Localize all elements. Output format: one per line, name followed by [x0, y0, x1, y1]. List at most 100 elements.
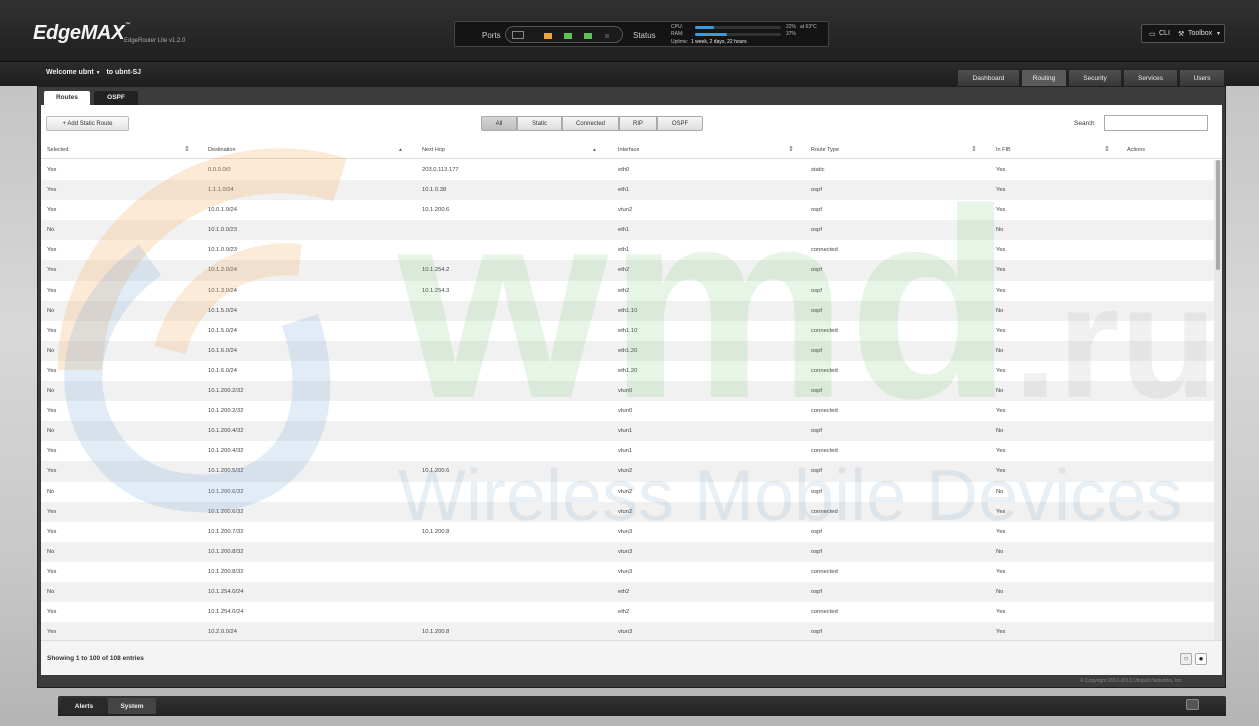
table-row[interactable]: Yes 10.1.0.0/23 eth1 connected Yes [41, 240, 1214, 261]
cell-destination: 1.1.1.0/24 [208, 187, 234, 194]
col-destination[interactable]: Destination [208, 147, 236, 153]
filter-rip[interactable]: RIP [619, 116, 657, 131]
table-row[interactable]: Yes 10.1.2.0/24 10.1.254.2 eth2 ospf Yes [41, 260, 1214, 281]
cpu-temp: at 63°C [800, 24, 817, 30]
ports-indicator[interactable] [505, 26, 623, 43]
col-next-hop[interactable]: Next Hop [422, 147, 445, 153]
tab-users[interactable]: Users [1179, 69, 1225, 86]
table-row[interactable]: Yes 10.1.200.8/32 vtun3 connected Yes [41, 561, 1214, 582]
filter-ospf[interactable]: OSPF [657, 116, 703, 131]
scrollbar-thumb[interactable] [1216, 160, 1220, 270]
next-page-button[interactable]: ● [1195, 653, 1207, 665]
toolbox-button[interactable]: Toolbox [1188, 30, 1212, 37]
cell-selected: Yes [47, 528, 57, 535]
welcome-user[interactable]: Welcome ubnt ▼ to ubnt-SJ [46, 69, 141, 76]
sort-icon[interactable]: ⇕ [184, 145, 190, 153]
cell-interface: eth1 [618, 227, 630, 234]
add-static-route-button[interactable]: + Add Static Route [46, 116, 129, 131]
filter-static[interactable]: Static [517, 116, 562, 131]
filter-connected[interactable]: Connected [562, 116, 619, 131]
cell-interface: eth0 [618, 167, 630, 173]
sort-icon[interactable]: ⇕ [971, 145, 977, 153]
cell-route-type: ospf [811, 629, 822, 636]
cell-selected: Yes [47, 167, 57, 173]
entries-info: Showing 1 to 100 of 108 entries [47, 655, 144, 662]
cell-interface: vtun2 [618, 468, 633, 475]
sort-asc-icon[interactable]: ▲ [398, 147, 403, 153]
table-row[interactable]: No 10.1.6.0/24 eth1.20 ospf No [41, 340, 1214, 361]
table-row[interactable]: Yes 1.1.1.0/24 10.1.0.38 eth1 ospf Yes [41, 180, 1214, 201]
cell-selected: Yes [47, 508, 57, 515]
table-row[interactable]: Yes 10.1.254.0/24 eth2 connected Yes [41, 602, 1214, 623]
port-eth2-icon[interactable] [564, 33, 572, 39]
table-row[interactable]: Yes 10.1.200.2/32 vtun0 connected Yes [41, 401, 1214, 422]
ram-bar [695, 33, 781, 36]
table-row[interactable]: Yes 10.1.200.7/32 10.1.200.8 vtun3 ospf Yes [41, 521, 1214, 542]
cell-in-fib: Yes [996, 207, 1006, 214]
table-row[interactable]: No 10.1.254.0/24 eth2 ospf No [41, 581, 1214, 603]
table-row[interactable]: No 10.1.200.6/32 vtun2 ospf No [41, 481, 1214, 502]
table-row[interactable]: Yes 10.1.200.6/32 vtun2 connected Yes [41, 501, 1214, 522]
col-route-type[interactable]: Route Type [811, 147, 839, 153]
status-label: Status [633, 31, 656, 40]
table-scrollbar[interactable] [1214, 160, 1222, 640]
cell-next-hop: 10.1.200.8 [422, 629, 450, 636]
search-label: Search [1074, 120, 1095, 127]
table-row[interactable]: No 10.1.5.0/24 eth1.10 ospf No [41, 300, 1214, 321]
search-input[interactable] [1104, 115, 1208, 131]
cell-destination: 10.1.254.0/24 [208, 588, 244, 595]
cell-destination: 10.1.5.0/24 [208, 327, 238, 334]
tab-security[interactable]: Security [1068, 69, 1122, 86]
expand-panel-icon[interactable] [1186, 699, 1199, 710]
wrench-icon: ⚒ [1178, 31, 1185, 38]
cell-destination: 10.1.200.6/32 [208, 508, 244, 515]
tab-alerts[interactable]: Alerts [62, 698, 106, 714]
table-row[interactable]: No 10.1.200.2/32 vtun0 ospf No [41, 381, 1214, 402]
col-interface[interactable]: Interface [618, 147, 639, 153]
sort-icon[interactable]: ⇕ [1104, 145, 1110, 153]
tab-routing[interactable]: Routing [1021, 69, 1067, 86]
cell-interface: vtun0 [618, 408, 633, 415]
cell-in-fib: No [996, 588, 1004, 595]
prev-page-button[interactable]: ○ [1180, 653, 1192, 665]
subtab-routes[interactable]: Routes [44, 91, 90, 105]
table-row[interactable]: Yes 10.1.200.4/32 vtun1 connected Yes [41, 441, 1214, 462]
sort-asc-icon[interactable]: ▲ [592, 147, 597, 153]
table-row[interactable]: Yes 0.0.0.0/0 203.0.113.177 eth0 static Yes [41, 160, 1214, 181]
cell-interface: eth1 [618, 187, 630, 194]
subtab-ospf[interactable]: OSPF [94, 91, 138, 105]
cell-in-fib: Yes [996, 629, 1006, 636]
table-row[interactable]: No 10.1.0.0/23 eth1 ospf No [41, 220, 1214, 241]
table-row[interactable]: No 10.1.200.4/32 vtun1 ospf No [41, 421, 1214, 442]
sort-icon[interactable]: ⇕ [788, 145, 794, 153]
cell-destination: 10.1.2.0/24 [208, 267, 238, 274]
cli-button[interactable]: CLI [1159, 30, 1170, 37]
table-row[interactable]: Yes 10.1.3.0/24 10.1.254.3 eth2 ospf Yes [41, 280, 1214, 301]
tab-system[interactable]: System [108, 698, 156, 714]
cell-destination: 10.1.6.0/24 [208, 367, 238, 374]
col-in-fib[interactable]: In FIB [996, 147, 1011, 153]
cell-route-type: connected [811, 408, 838, 415]
table-row[interactable]: Yes 10.1.200.5/32 10.1.200.6 vtun2 ospf Yes [41, 461, 1214, 482]
port-eth1-icon[interactable] [544, 33, 552, 39]
tab-services[interactable]: Services [1123, 69, 1178, 86]
cell-route-type: ospf [811, 207, 822, 214]
table-row[interactable]: Yes 10.1.6.0/24 eth1.20 connected Yes [41, 360, 1214, 382]
port-eth3-icon[interactable] [584, 33, 592, 39]
cell-selected: Yes [47, 207, 57, 214]
port-eth0-icon[interactable] [512, 31, 524, 39]
table-row[interactable]: Yes 10.1.5.0/24 eth1.10 connected Yes [41, 320, 1214, 341]
chevron-down-icon: ▼ [1216, 31, 1221, 37]
col-selected[interactable]: Selected [47, 147, 68, 153]
filter-all[interactable]: All [481, 116, 517, 131]
cell-in-fib: Yes [996, 247, 1006, 254]
status-widget: Ports Status CPU: RAM: 22% at 63°C 37% U… [454, 21, 829, 47]
table-row[interactable]: No 10.1.200.8/32 vtun3 ospf No [41, 541, 1214, 562]
cell-destination: 10.2.0.0/24 [208, 629, 238, 636]
cell-route-type: ospf [811, 267, 822, 274]
cell-selected: Yes [47, 609, 57, 616]
port-dot-icon [605, 34, 609, 38]
table-header: Selected ⇕ Destination ▲ Next Hop ▲ Inte… [41, 141, 1222, 159]
table-row[interactable]: Yes 10.0.1.0/24 10.1.200.6 vtun2 ospf Yes [41, 200, 1214, 221]
tab-dashboard[interactable]: Dashboard [957, 69, 1020, 86]
